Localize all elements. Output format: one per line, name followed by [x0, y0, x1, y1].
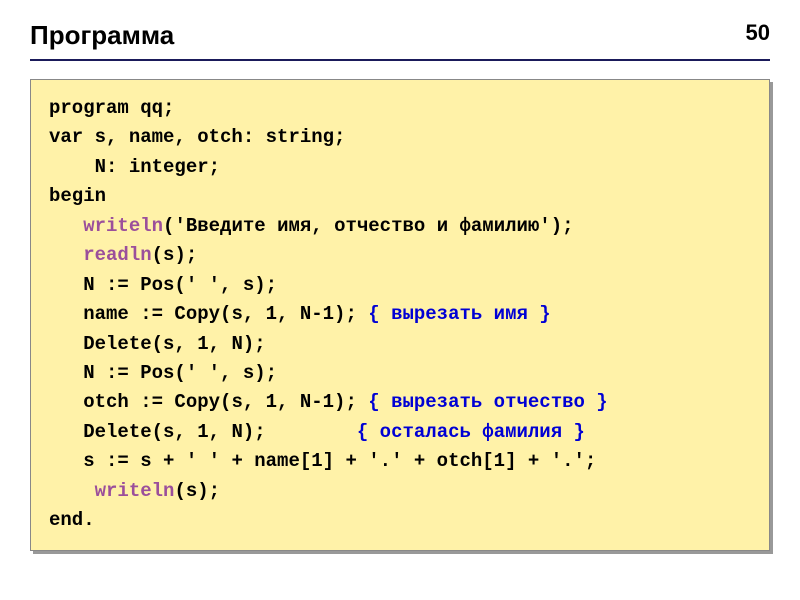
code-indent: [49, 333, 83, 355]
code-line-5: writeln('Введите имя, отчество и фамилию…: [49, 212, 751, 241]
slide-header: Программа 50: [30, 20, 770, 51]
code-indent: [49, 244, 83, 266]
code-text: Delete(s, 1, N);: [83, 421, 357, 443]
code-indent: [49, 391, 83, 413]
code-line-4: begin: [49, 182, 751, 211]
code-text: N := Pos(' ', s);: [83, 274, 277, 296]
code-line-8: name := Copy(s, 1, N-1); { вырезать имя …: [49, 300, 751, 329]
code-line-10: N := Pos(' ', s);: [49, 359, 751, 388]
code-line-9: Delete(s, 1, N);: [49, 330, 751, 359]
code-text: ('Введите имя, отчество и фамилию');: [163, 215, 573, 237]
code-text: N: integer;: [95, 156, 220, 178]
code-line-14: writeln(s);: [49, 477, 751, 506]
header-divider: [30, 59, 770, 61]
keyword-readln: readln: [83, 244, 151, 266]
code-text: end.: [49, 509, 95, 531]
code-indent: [49, 274, 83, 296]
code-indent: [49, 303, 83, 325]
code-line-12: Delete(s, 1, N); { осталась фамилия }: [49, 418, 751, 447]
code-text: var s, name, otch: string;: [49, 126, 345, 148]
keyword-writeln: writeln: [95, 480, 175, 502]
code-line-15: end.: [49, 506, 751, 535]
code-text: program qq;: [49, 97, 174, 119]
code-indent: [49, 156, 95, 178]
code-text: (s);: [152, 244, 198, 266]
keyword-writeln: writeln: [83, 215, 163, 237]
code-text: s := s + ' ' + name[1] + '.' + otch[1] +…: [83, 450, 596, 472]
code-line-7: N := Pos(' ', s);: [49, 271, 751, 300]
code-text: (s);: [174, 480, 220, 502]
code-comment: { вырезать отчество }: [368, 391, 607, 413]
page-number: 50: [746, 20, 770, 46]
code-line-2: var s, name, otch: string;: [49, 123, 751, 152]
code-comment: { вырезать имя }: [368, 303, 550, 325]
code-line-6: readln(s);: [49, 241, 751, 270]
code-line-13: s := s + ' ' + name[1] + '.' + otch[1] +…: [49, 447, 751, 476]
code-text: N := Pos(' ', s);: [83, 362, 277, 384]
code-text: begin: [49, 185, 106, 207]
code-line-11: otch := Copy(s, 1, N-1); { вырезать отче…: [49, 388, 751, 417]
code-line-1: program qq;: [49, 94, 751, 123]
code-indent: [49, 450, 83, 472]
code-text: Delete(s, 1, N);: [83, 333, 265, 355]
code-comment: { осталась фамилия }: [357, 421, 585, 443]
code-block: program qq; var s, name, otch: string; N…: [30, 79, 770, 551]
code-indent: [49, 421, 83, 443]
code-line-3: N: integer;: [49, 153, 751, 182]
slide-title: Программа: [30, 20, 174, 51]
code-indent: [49, 362, 83, 384]
code-indent: [49, 215, 83, 237]
code-text: name := Copy(s, 1, N-1);: [83, 303, 368, 325]
code-text: otch := Copy(s, 1, N-1);: [83, 391, 368, 413]
code-indent: [49, 480, 95, 502]
